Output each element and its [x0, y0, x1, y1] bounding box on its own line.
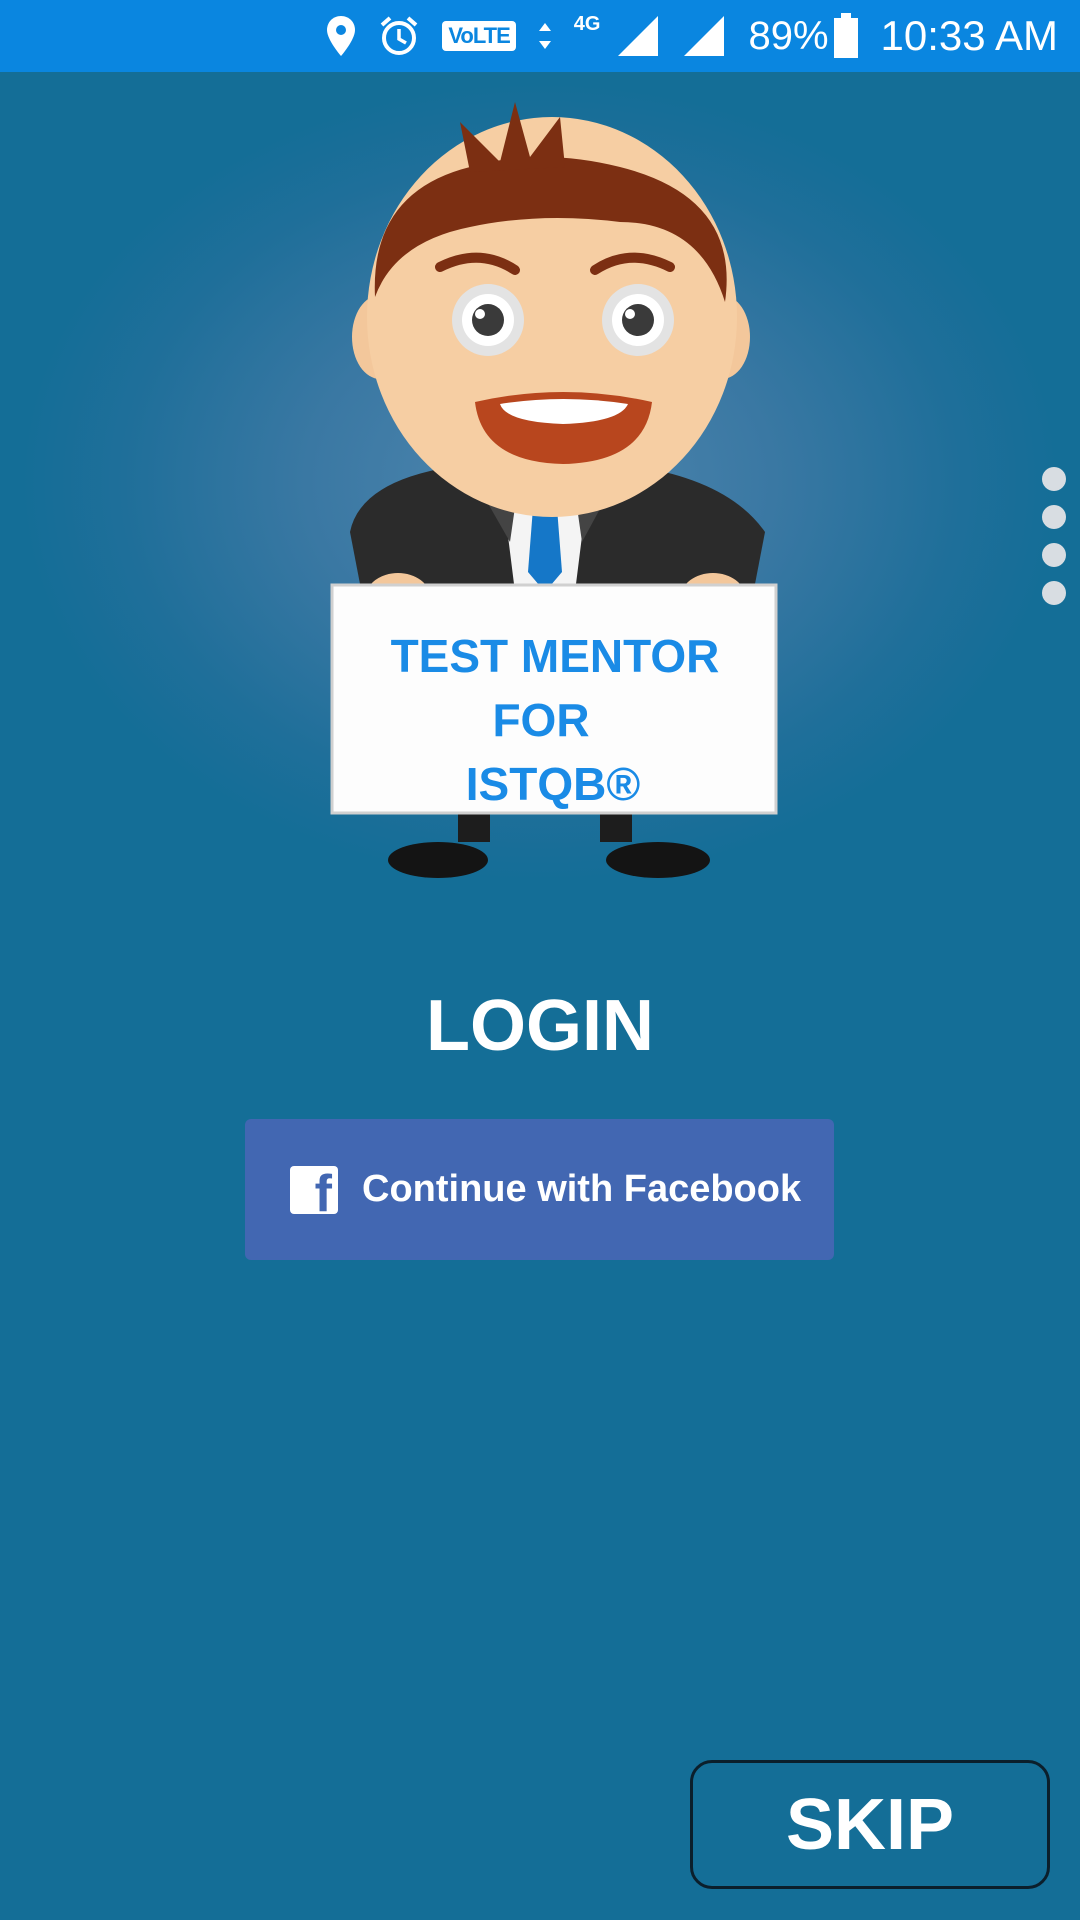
location-icon — [326, 16, 356, 56]
continue-with-facebook-button[interactable]: f Continue with Facebook — [245, 1119, 834, 1260]
signal-icon — [616, 14, 660, 58]
data-arrows-icon — [538, 21, 552, 51]
page-dot[interactable] — [1042, 581, 1066, 605]
battery-icon — [833, 13, 859, 59]
page-indicator — [1042, 467, 1066, 605]
network-type: 4G — [573, 12, 601, 35]
page-dot[interactable] — [1042, 467, 1066, 491]
login-title: LOGIN — [426, 986, 654, 1066]
sign-line-2: FOR — [492, 694, 589, 746]
facebook-icon: f — [290, 1165, 338, 1214]
sign-line-1: TEST MENTOR — [391, 630, 720, 682]
facebook-button-label: Continue with Facebook — [362, 1168, 802, 1210]
skip-button[interactable]: SKIP — [690, 1760, 1050, 1889]
mascot-illustration: TEST MENTOR FOR ISTQB® — [330, 102, 778, 878]
battery-percentage: 89% — [748, 13, 829, 58]
volte-badge: VoLTE — [442, 21, 516, 51]
signal-2-icon — [682, 14, 726, 58]
alarm-icon — [378, 15, 420, 57]
sign-line-3: ISTQB® — [466, 758, 641, 810]
clock: 10:33 AM — [880, 12, 1058, 59]
hero-banner: TEST MENTOR FOR ISTQB® — [0, 72, 1080, 912]
page-dot[interactable] — [1042, 505, 1066, 529]
status-bar: VoLTE 4G 89% 10:33 AM — [0, 0, 1080, 72]
page-dot[interactable] — [1042, 543, 1066, 567]
